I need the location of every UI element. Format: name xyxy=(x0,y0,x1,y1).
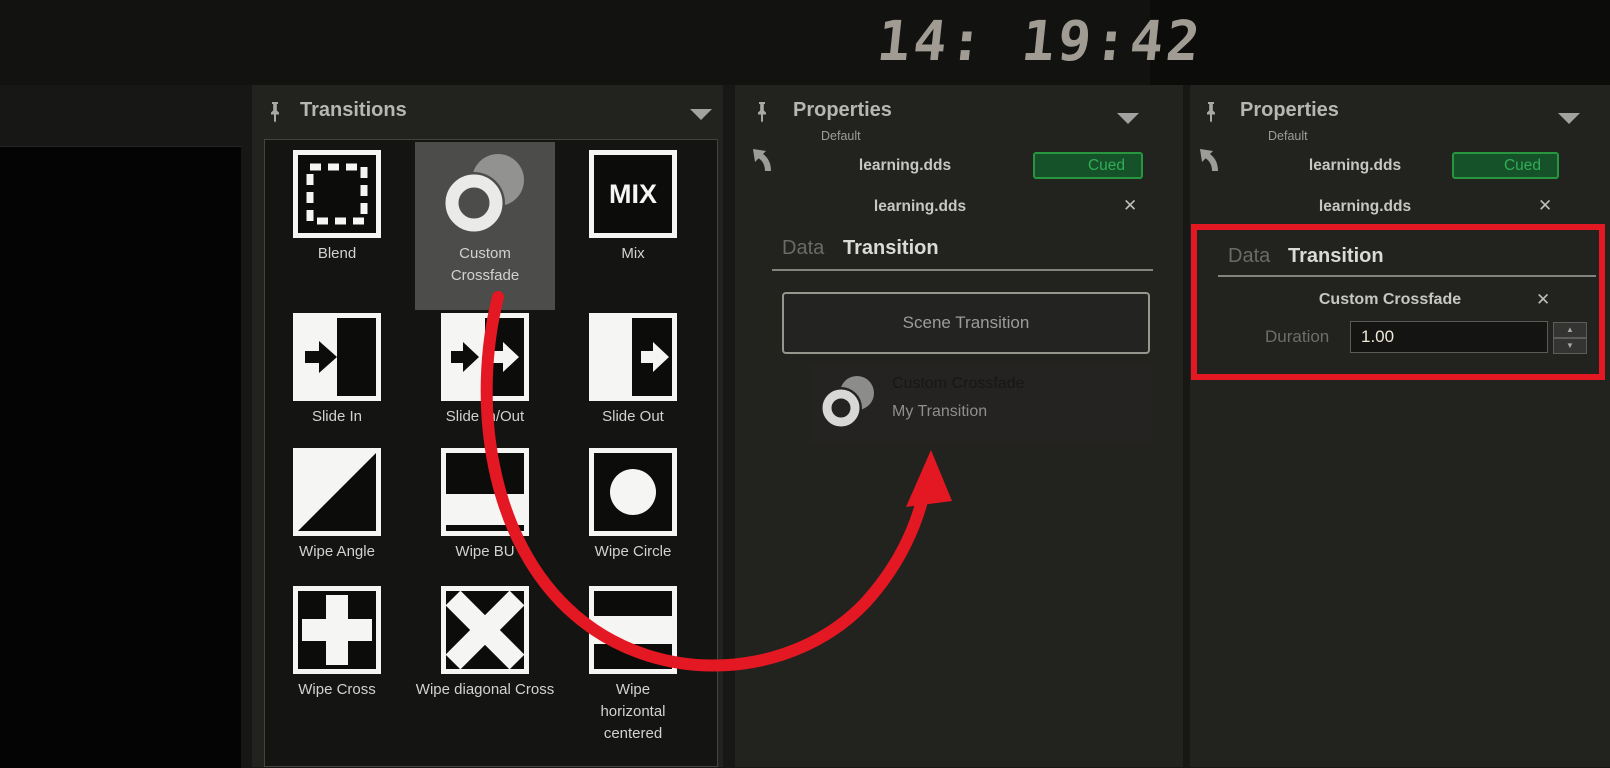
drag-preview[interactable]: Custom Crossfade My Transition xyxy=(810,363,1152,445)
transitions-grid: Blend Custom Crossfade MIX Mix Slide In … xyxy=(264,139,718,767)
cued-status-badge[interactable]: Cued xyxy=(1452,152,1559,179)
transition-label: Wipe Circle xyxy=(563,541,703,563)
panel-title: Transitions xyxy=(300,99,407,122)
drag-preview-title: Custom Crossfade xyxy=(892,375,1025,393)
panel-title: Properties xyxy=(793,99,892,122)
transition-item-custom-crossfade[interactable]: Custom Crossfade xyxy=(415,142,555,310)
pin-icon[interactable] xyxy=(1204,101,1218,128)
chevron-down-icon[interactable] xyxy=(1117,113,1139,124)
resource-name: learning.dds xyxy=(735,157,1075,175)
slide-out-icon xyxy=(589,313,677,401)
stage-viewport xyxy=(0,146,241,768)
tab-data[interactable]: Data xyxy=(1228,245,1270,268)
cued-status-badge[interactable]: Cued xyxy=(1033,152,1143,179)
tab-data[interactable]: Data xyxy=(782,237,824,260)
wipe-angle-icon xyxy=(293,448,381,536)
transition-label: Wipe BU xyxy=(415,541,555,563)
chevron-down-icon[interactable] xyxy=(1558,113,1580,124)
transition-item-wipe-cross[interactable]: Wipe Cross xyxy=(267,586,407,701)
transition-item-wipe-diagonal-cross[interactable]: Wipe diagonal Cross xyxy=(415,586,555,701)
close-icon[interactable]: ✕ xyxy=(1538,197,1552,214)
wipe-diagonal-cross-icon xyxy=(441,586,529,674)
pin-icon[interactable] xyxy=(755,101,769,128)
slide-in-icon xyxy=(293,313,381,401)
close-icon[interactable]: ✕ xyxy=(1123,197,1137,214)
layer-name: learning.dds xyxy=(735,198,1105,216)
transition-item-wipe-angle[interactable]: Wipe Angle xyxy=(267,448,407,563)
transition-item-wipe-bu[interactable]: Wipe BU xyxy=(415,448,555,563)
mix-icon: MIX xyxy=(589,150,677,238)
scene-transition-button[interactable]: Scene Transition xyxy=(782,292,1150,354)
duration-label: Duration xyxy=(1265,327,1329,347)
panel-subtitle: Default xyxy=(1268,129,1308,143)
wipe-bu-icon xyxy=(441,448,529,536)
close-icon[interactable]: ✕ xyxy=(1536,291,1550,308)
transition-item-blend[interactable]: Blend xyxy=(267,150,407,265)
transition-item-slide-out[interactable]: Slide Out xyxy=(563,313,703,428)
digital-clock: 14: 19:42 xyxy=(856,6,1223,76)
spinner-down-button[interactable]: ▼ xyxy=(1553,338,1587,354)
transition-label: Slide In xyxy=(267,406,407,428)
transition-label: Blend xyxy=(267,243,407,265)
drag-preview-subtitle: My Transition xyxy=(892,403,987,421)
wipe-circle-icon xyxy=(589,448,677,536)
transition-item-wipe-circle[interactable]: Wipe Circle xyxy=(563,448,703,563)
transition-label: Slide In/Out xyxy=(415,406,555,428)
blend-icon xyxy=(293,150,381,238)
custom-crossfade-icon xyxy=(820,373,878,436)
transition-label: Wipe Cross xyxy=(267,679,407,701)
svg-text:MIX: MIX xyxy=(609,179,657,209)
transition-item-wipe-horizontal-centered[interactable]: Wipe horizontal centered xyxy=(563,586,703,744)
tab-underline xyxy=(1218,275,1596,277)
properties-panel-middle: Properties Default learning.dds Cued lea… xyxy=(735,85,1183,767)
applied-transition-name: Custom Crossfade xyxy=(1190,291,1590,309)
pin-icon[interactable] xyxy=(268,101,282,123)
properties-panel-right: Properties Default learning.dds Cued lea… xyxy=(1190,85,1610,767)
tab-underline xyxy=(772,269,1153,271)
spinner-up-button[interactable]: ▲ xyxy=(1553,322,1587,338)
chevron-down-icon[interactable] xyxy=(690,109,712,120)
custom-crossfade-icon xyxy=(441,150,529,238)
transition-item-slide-in-out[interactable]: Slide In/Out xyxy=(415,313,555,428)
tab-transition[interactable]: Transition xyxy=(843,237,939,260)
wipe-cross-icon xyxy=(293,586,381,674)
transition-label: Slide Out xyxy=(563,406,703,428)
slide-in-out-icon xyxy=(441,313,529,401)
panel-subtitle: Default xyxy=(821,129,861,143)
layer-name: learning.dds xyxy=(1190,198,1540,216)
transition-label: Custom Crossfade xyxy=(439,243,531,287)
transition-item-mix[interactable]: MIX Mix xyxy=(563,150,703,265)
transition-label: Wipe horizontal centered xyxy=(587,679,679,744)
transition-label: Wipe Angle xyxy=(267,541,407,563)
panel-title: Properties xyxy=(1240,99,1339,122)
transition-item-slide-in[interactable]: Slide In xyxy=(267,313,407,428)
transitions-panel: Transitions Blend Custom Crossfade MIX M… xyxy=(252,85,723,767)
transition-label: Wipe diagonal Cross xyxy=(415,679,555,701)
transition-label: Mix xyxy=(563,243,703,265)
tab-transition[interactable]: Transition xyxy=(1288,245,1384,268)
duration-input[interactable] xyxy=(1350,321,1548,353)
wipe-horizontal-centered-icon xyxy=(589,586,677,674)
